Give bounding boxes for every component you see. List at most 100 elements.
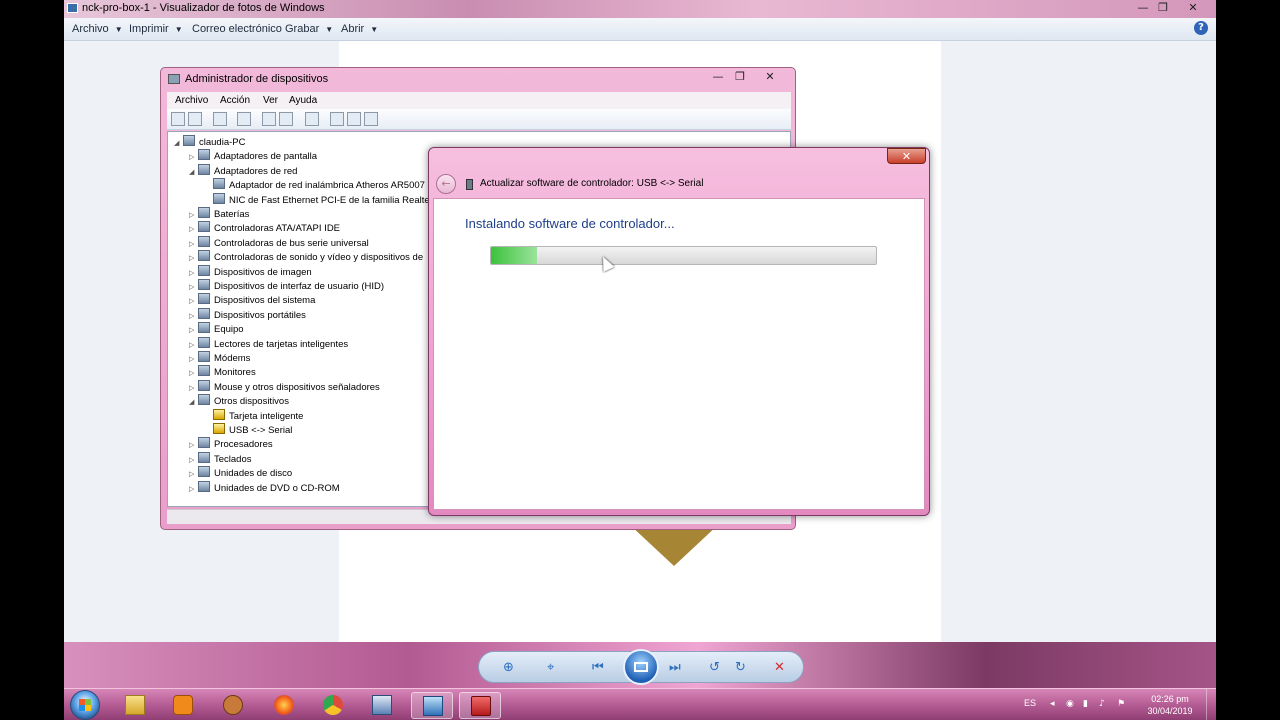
actual-size-icon[interactable]: ⌖ xyxy=(547,660,554,675)
tree-expander-icon[interactable]: ▷ xyxy=(189,485,198,493)
tree-item[interactable]: USB <-> Serial xyxy=(204,423,292,437)
start-button[interactable] xyxy=(70,690,100,720)
tree-item[interactable]: ▷ Controladoras de bus serie universal xyxy=(189,235,369,250)
tree-item[interactable]: ▷ Mouse y otros dispositivos señaladores xyxy=(189,379,380,394)
tree-expander-icon[interactable]: ▷ xyxy=(189,441,198,449)
tree-item[interactable]: ▷ Controladoras ATA/ATAPI IDE xyxy=(189,221,340,235)
taskbar-firefox[interactable] xyxy=(263,692,305,719)
minimize-button[interactable]: — xyxy=(1134,1,1152,15)
tree-expander-icon[interactable]: ▷ xyxy=(189,283,198,291)
tree-expander-icon[interactable]: ▷ xyxy=(189,369,198,377)
tree-expander-icon[interactable]: ▷ xyxy=(189,456,198,464)
scan-hardware-icon[interactable] xyxy=(305,112,319,126)
tree-expander-icon[interactable]: ▷ xyxy=(189,254,198,262)
tree-expander-icon[interactable]: ▷ xyxy=(189,341,198,349)
forward-icon[interactable] xyxy=(188,112,202,126)
menu-correo[interactable]: Correo electrónico xyxy=(192,23,282,35)
menu-grabar[interactable]: Grabar ▼ xyxy=(285,23,333,35)
tree-item[interactable]: ▷ Módems xyxy=(189,351,250,365)
tree-expander-icon[interactable]: ◢ xyxy=(189,168,198,176)
tree-item[interactable]: ▷ Teclados xyxy=(189,451,252,466)
tree-item[interactable]: Adaptador de red inalámbrica Atheros AR5… xyxy=(204,178,425,192)
show-desktop-button[interactable] xyxy=(1206,689,1216,720)
previous-icon[interactable]: ⏮ xyxy=(592,660,604,675)
tree-item[interactable]: ▷ Unidades de DVD o CD-ROM xyxy=(189,480,340,495)
disable-icon[interactable] xyxy=(364,112,378,126)
tree-expander-icon[interactable]: ▷ xyxy=(189,153,198,161)
photo-viewer-titlebar[interactable]: nck-pro-box-1 - Visualizador de fotos de… xyxy=(64,0,1216,18)
properties-icon[interactable] xyxy=(237,112,251,126)
help-icon[interactable]: ? xyxy=(1194,21,1208,35)
update-driver-icon[interactable] xyxy=(330,112,344,126)
tree-item[interactable]: ▷ Lectores de tarjetas inteligentes xyxy=(189,336,348,351)
back-icon[interactable] xyxy=(171,112,185,126)
tree-item[interactable]: ▷ Controladoras de sonido y vídeo y dispo… xyxy=(189,250,423,264)
tree-expander-icon[interactable]: ▷ xyxy=(189,225,198,233)
uninstall-icon[interactable] xyxy=(347,112,361,126)
minimize-button[interactable]: — xyxy=(709,70,727,84)
taskbar-explorer[interactable] xyxy=(114,692,156,719)
taskbar-toolbox[interactable] xyxy=(459,692,501,719)
menu-imprimir[interactable]: Imprimir ▼ xyxy=(129,23,183,35)
show-hidden-icons-icon[interactable]: ◂ xyxy=(1050,699,1060,709)
tree-item[interactable]: ▷ Monitores xyxy=(189,365,256,379)
tree-expander-icon[interactable]: ▷ xyxy=(189,312,198,320)
zoom-icon[interactable]: ⊕ xyxy=(503,660,514,675)
close-button[interactable]: ✕ xyxy=(887,148,926,164)
tree-item[interactable]: NIC de Fast Ethernet PCI-E de la familia… xyxy=(204,192,430,207)
tree-item[interactable]: ▷ Baterías xyxy=(189,207,249,221)
tree-expander-icon[interactable]: ◢ xyxy=(174,139,183,147)
tree-item[interactable]: ▷ Dispositivos de imagen xyxy=(189,264,312,279)
menu-ayuda[interactable]: Ayuda xyxy=(289,95,317,106)
tree-expander-icon[interactable]: ▷ xyxy=(189,297,198,305)
tree-expander-icon[interactable]: ▷ xyxy=(189,470,198,478)
taskbar-media-player[interactable] xyxy=(162,692,204,719)
network-status-icon[interactable]: ◉ xyxy=(1066,699,1076,709)
restore-button[interactable]: ❐ xyxy=(1154,1,1172,15)
clock[interactable]: 02:26 pm 30/04/2019 xyxy=(1144,693,1196,717)
close-button[interactable]: ✕ xyxy=(1184,1,1202,15)
tree-expander-icon[interactable]: ▷ xyxy=(189,269,198,277)
taskbar-gimp[interactable] xyxy=(212,692,254,719)
back-arrow-icon[interactable]: ← xyxy=(436,174,456,194)
tree-expander-icon[interactable]: ▷ xyxy=(189,326,198,334)
menu-archivo[interactable]: Archivo ▼ xyxy=(72,23,123,35)
tree-item[interactable]: Tarjeta inteligente xyxy=(204,408,303,423)
tree-item[interactable]: ▷ Equipo xyxy=(189,322,244,336)
next-icon[interactable]: ⏭ xyxy=(669,660,681,675)
tree-item[interactable]: ▷ Adaptadores de pantalla xyxy=(189,149,317,163)
tree-item[interactable]: ◢ Otros dispositivos xyxy=(189,394,289,408)
tree-item[interactable]: ▷ Procesadores xyxy=(189,437,273,451)
rotate-left-icon[interactable]: ↺ xyxy=(709,660,720,675)
close-button[interactable]: ✕ xyxy=(761,70,779,84)
taskbar-network-tool[interactable] xyxy=(361,692,403,719)
view2-icon[interactable] xyxy=(279,112,293,126)
tree-expander-icon[interactable]: ◢ xyxy=(189,398,198,406)
volume-icon[interactable]: ♪ xyxy=(1099,699,1109,709)
menu-abrir[interactable]: Abrir ▼ xyxy=(341,23,378,35)
delete-icon[interactable]: ✕ xyxy=(774,660,785,675)
tree-item[interactable]: ◢ claudia-PC xyxy=(174,135,245,149)
menu-archivo[interactable]: Archivo xyxy=(175,95,208,106)
help-icon[interactable] xyxy=(262,112,276,126)
tree-item[interactable]: ▷ Unidades de disco xyxy=(189,466,292,480)
tree-expander-icon[interactable]: ▷ xyxy=(189,211,198,219)
menu-ver[interactable]: Ver xyxy=(263,95,278,106)
taskbar-chrome[interactable] xyxy=(312,692,354,719)
rotate-right-icon[interactable]: ↻ xyxy=(735,660,746,675)
slideshow-button[interactable] xyxy=(623,649,659,685)
tree-expander-icon[interactable]: ▷ xyxy=(189,384,198,392)
usb-icon[interactable]: ▮ xyxy=(1083,699,1093,709)
tree-item[interactable]: ▷ Dispositivos de interfaz de usuario (HI… xyxy=(189,279,384,293)
language-indicator[interactable]: ES xyxy=(1024,698,1036,708)
action-center-icon[interactable]: ⚑ xyxy=(1117,699,1127,709)
tree-item[interactable]: ▷ Dispositivos del sistema xyxy=(189,293,315,307)
tree-expander-icon[interactable]: ▷ xyxy=(189,355,198,363)
view-icon[interactable] xyxy=(213,112,227,126)
menu-accion[interactable]: Acción xyxy=(220,95,250,106)
restore-button[interactable]: ❐ xyxy=(731,70,749,84)
tree-expander-icon[interactable]: ▷ xyxy=(189,240,198,248)
taskbar-photo-viewer[interactable] xyxy=(411,692,453,719)
tree-item[interactable]: ◢ Adaptadores de red xyxy=(189,163,297,178)
tree-item[interactable]: ▷ Dispositivos portátiles xyxy=(189,307,306,322)
